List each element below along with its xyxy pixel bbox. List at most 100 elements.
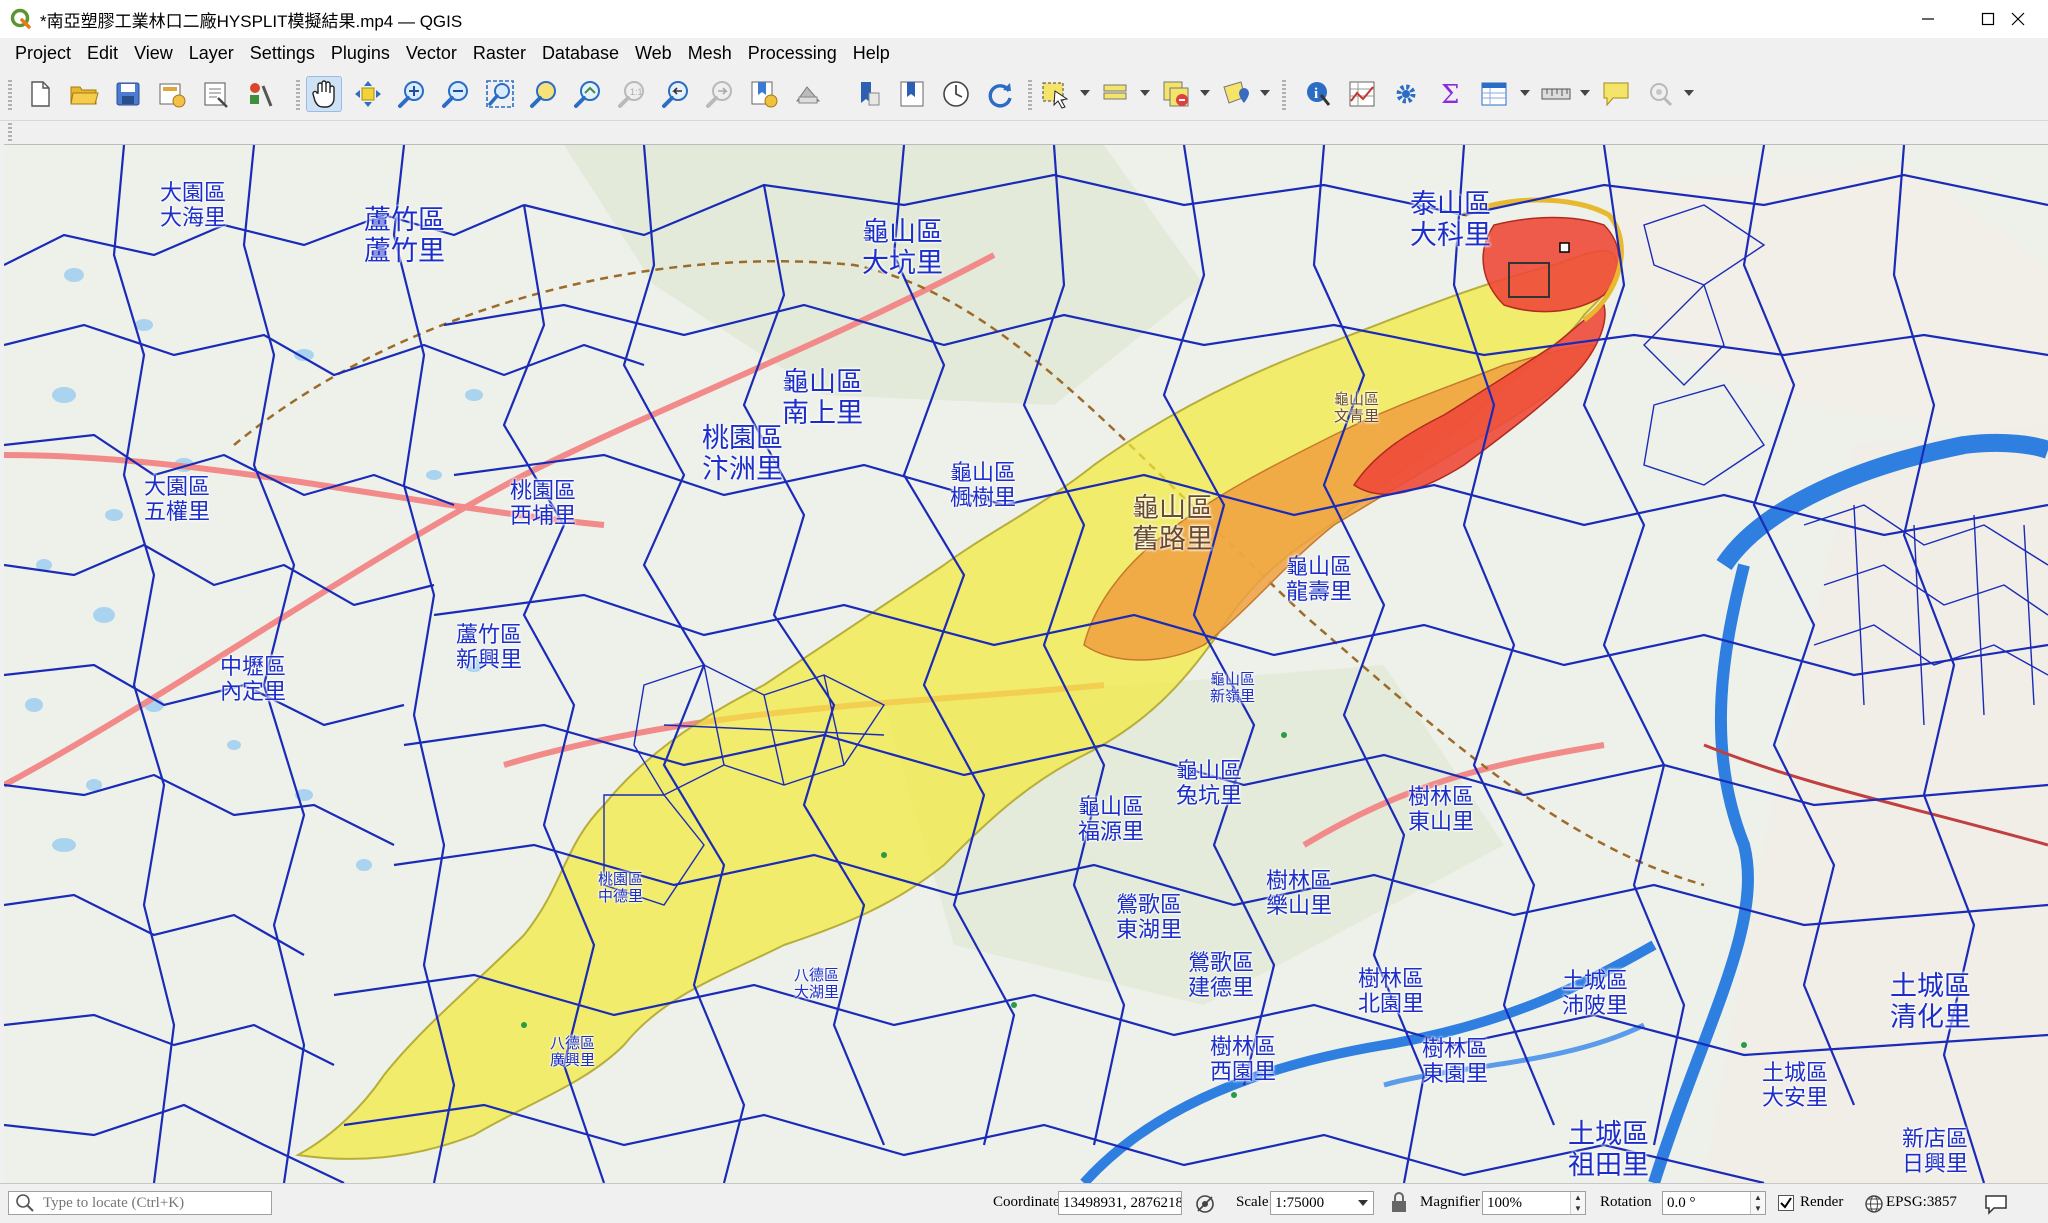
zoom-out-button[interactable] bbox=[438, 76, 474, 112]
style-manager-button[interactable] bbox=[242, 76, 278, 112]
save-as-button[interactable] bbox=[154, 76, 190, 112]
select-location-icon bbox=[1223, 81, 1249, 104]
close-icon bbox=[2011, 12, 2025, 26]
zoom-next-button[interactable] bbox=[702, 76, 738, 112]
temporal-controller-button[interactable] bbox=[938, 76, 974, 112]
status-bar: Coordinate 13498931, 2876218 Scale 1:750… bbox=[0, 1183, 2048, 1223]
open-attribute-table-icon bbox=[1481, 82, 1507, 106]
new-bookmark-button[interactable] bbox=[746, 76, 782, 112]
open-project-icon bbox=[70, 86, 99, 105]
rotation-spinbox[interactable]: 0.0 ° ▲ ▼ bbox=[1662, 1191, 1766, 1215]
zoom-to-layer-button[interactable] bbox=[570, 76, 606, 112]
open-project-button[interactable] bbox=[66, 76, 102, 112]
open-attribute-table-button[interactable] bbox=[1476, 76, 1512, 112]
locator-bar[interactable] bbox=[8, 1191, 272, 1215]
extents-toggle-icon[interactable] bbox=[1194, 1193, 1216, 1215]
magnifier-spinbox[interactable]: 100% ▲ ▼ bbox=[1482, 1191, 1586, 1215]
menu-edit[interactable]: Edit bbox=[79, 38, 126, 68]
attribute-table-dropdown[interactable] bbox=[1520, 90, 1530, 96]
messages-icon[interactable] bbox=[1984, 1193, 2008, 1215]
svg-text:i: i bbox=[1314, 86, 1318, 102]
select-features-dropdown[interactable] bbox=[1080, 90, 1090, 96]
svg-text:1:1: 1:1 bbox=[630, 87, 643, 97]
toolbar-handle-4[interactable] bbox=[1282, 80, 1286, 110]
minimize-button[interactable] bbox=[1898, 0, 1958, 38]
select-location-dropdown[interactable] bbox=[1260, 90, 1270, 96]
zoom-last-button[interactable] bbox=[658, 76, 694, 112]
svg-text:Σ: Σ bbox=[1441, 80, 1459, 109]
menu-layer[interactable]: Layer bbox=[181, 38, 242, 68]
menu-web[interactable]: Web bbox=[627, 38, 680, 68]
menu-raster[interactable]: Raster bbox=[465, 38, 534, 68]
refresh-icon bbox=[988, 83, 1012, 108]
statistics-sum-button[interactable]: Σ bbox=[1432, 76, 1468, 112]
select-location-button[interactable] bbox=[1218, 76, 1254, 112]
magnifier-spin-buttons[interactable]: ▲ ▼ bbox=[1570, 1192, 1585, 1214]
lock-scale-icon[interactable] bbox=[1390, 1192, 1408, 1214]
crs-button[interactable]: EPSG:3857 bbox=[1886, 1194, 1957, 1211]
menu-help[interactable]: Help bbox=[845, 38, 898, 68]
toolbar-handle-3[interactable] bbox=[1028, 80, 1032, 110]
scale-combo[interactable]: 1:75000 bbox=[1270, 1191, 1374, 1215]
select-by-value-dropdown[interactable] bbox=[1140, 90, 1150, 96]
menu-mesh[interactable]: Mesh bbox=[680, 38, 740, 68]
print-layout-button[interactable] bbox=[198, 76, 234, 112]
measure-dropdown[interactable] bbox=[1580, 90, 1590, 96]
new-project-button[interactable] bbox=[22, 76, 58, 112]
map-canvas[interactable]: 蘆竹區 蘆竹里 大園區 大海里 龜山區 大坑里 泰山區 大科里 龜山區 南上里 … bbox=[4, 144, 2048, 1183]
zoom-in-icon bbox=[398, 81, 424, 108]
zoom-native-button[interactable]: 1:1 bbox=[614, 76, 650, 112]
save-project-button[interactable] bbox=[110, 76, 146, 112]
map-tips-button[interactable] bbox=[850, 76, 886, 112]
menu-processing[interactable]: Processing bbox=[740, 38, 845, 68]
measure-line-icon bbox=[1541, 88, 1571, 100]
map-label: 龜山區 南上里 bbox=[782, 367, 863, 430]
toolbar-handle-5[interactable] bbox=[8, 123, 12, 141]
pan-to-selection-button[interactable] bbox=[350, 76, 386, 112]
locator-input[interactable] bbox=[41, 1193, 265, 1213]
attribute-table-open-icon bbox=[1349, 81, 1375, 107]
annotation-button[interactable] bbox=[1598, 76, 1634, 112]
pan-map-button[interactable] bbox=[306, 76, 342, 112]
identify-button[interactable]: i bbox=[1300, 76, 1336, 112]
attribute-table-open-button[interactable] bbox=[1344, 76, 1380, 112]
menu-database[interactable]: Database bbox=[534, 38, 627, 68]
menu-view[interactable]: View bbox=[126, 38, 181, 68]
processing-toolbox-button[interactable] bbox=[1388, 76, 1424, 112]
menu-vector[interactable]: Vector bbox=[398, 38, 465, 68]
zoom-out-icon bbox=[442, 81, 468, 108]
select-by-value-button[interactable] bbox=[1098, 76, 1134, 112]
map-label: 大園區 大海里 bbox=[160, 181, 227, 232]
title-bar: *南亞塑膠工業林口二廠HYSPLIT模擬結果.mp4 — QGIS bbox=[0, 0, 2048, 38]
deselect-dropdown[interactable] bbox=[1200, 90, 1210, 96]
select-features-button[interactable] bbox=[1038, 76, 1074, 112]
statistics-sum-icon: Σ bbox=[1441, 80, 1459, 109]
map-label: 龜山區 兔坑里 bbox=[1176, 759, 1243, 810]
magnifier-label: Magnifier bbox=[1420, 1194, 1480, 1210]
menu-project[interactable]: Project bbox=[0, 38, 79, 68]
measure-line-button[interactable] bbox=[1538, 76, 1574, 112]
print-layout-icon bbox=[204, 82, 228, 108]
locator-dropdown[interactable] bbox=[1684, 90, 1694, 96]
map-label: 龜山區 新嶺里 bbox=[1210, 670, 1256, 706]
zoom-full-button[interactable] bbox=[482, 76, 518, 112]
save-as-icon bbox=[159, 83, 186, 108]
menu-plugins[interactable]: Plugins bbox=[323, 38, 398, 68]
temporal-bookmark-button[interactable] bbox=[894, 76, 930, 112]
coordinate-field[interactable]: 13498931, 2876218 bbox=[1058, 1191, 1182, 1215]
toolbar-handle[interactable] bbox=[8, 80, 12, 110]
menu-settings[interactable]: Settings bbox=[242, 38, 323, 68]
close-button[interactable] bbox=[1988, 0, 2048, 38]
zoom-in-button[interactable] bbox=[394, 76, 430, 112]
deselect-button[interactable] bbox=[1158, 76, 1194, 112]
map-label: 土城區 清化里 bbox=[1890, 971, 1971, 1034]
show-bookmarks-button[interactable] bbox=[790, 76, 826, 112]
rotation-spin-buttons[interactable]: ▲ ▼ bbox=[1750, 1192, 1765, 1214]
render-checkbox[interactable] bbox=[1778, 1195, 1794, 1211]
zoom-to-selection-button[interactable] bbox=[526, 76, 562, 112]
locator-search-button[interactable] bbox=[1642, 76, 1678, 112]
toolbar-handle-2[interactable] bbox=[296, 80, 300, 110]
refresh-button[interactable] bbox=[982, 76, 1018, 112]
map-label: 樹林區 東園里 bbox=[1422, 1037, 1489, 1088]
window-title: *南亞塑膠工業林口二廠HYSPLIT模擬結果.mp4 — QGIS bbox=[40, 11, 463, 31]
